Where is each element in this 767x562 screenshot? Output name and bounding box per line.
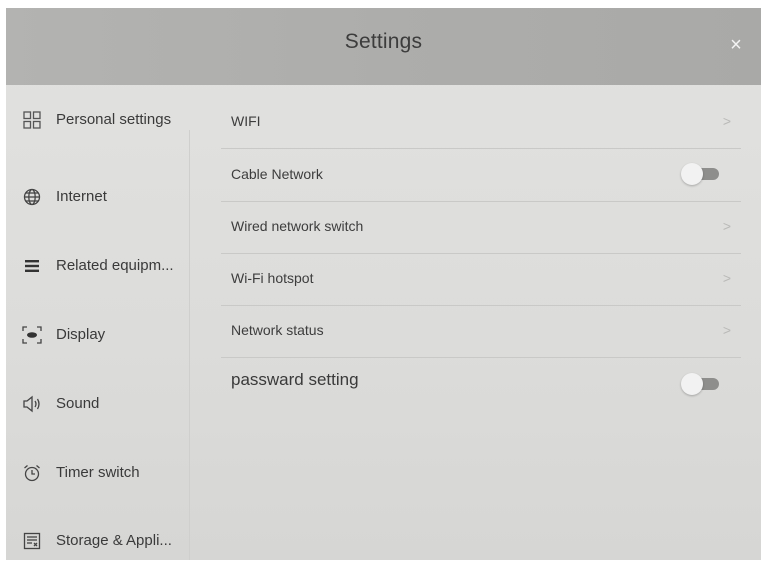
password-setting-toggle[interactable] <box>681 373 721 395</box>
sidebar-item-personal-settings[interactable]: Personal settings <box>6 97 189 143</box>
list-icon <box>22 256 42 276</box>
sidebar-item-label: Sound <box>56 395 100 412</box>
toggle-knob <box>681 163 703 185</box>
setting-label: Network status <box>231 322 324 338</box>
sidebar-item-label: Storage & Appli... <box>56 532 172 549</box>
speaker-icon <box>22 394 42 414</box>
sidebar-item-label: Timer switch <box>56 464 140 481</box>
sidebar-item-sound[interactable]: Sound <box>6 381 189 427</box>
close-icon: × <box>730 34 742 56</box>
page-title: Settings <box>344 30 423 53</box>
setting-label: Wired network switch <box>231 218 364 234</box>
chevron-right-icon: > <box>722 270 731 286</box>
sidebar-item-related-equipment[interactable]: Related equipm... <box>6 243 189 289</box>
sidebar-item-internet[interactable]: Internet <box>6 174 189 220</box>
chevron-right-icon: > <box>722 218 731 234</box>
chevron-right-icon: > <box>722 113 731 129</box>
sidebar-item-storage-applications[interactable]: Storage & Appli... <box>6 518 189 560</box>
sidebar: Personal settings Internet Related equip… <box>6 85 191 560</box>
sidebar-item-label: Internet <box>56 188 107 205</box>
cable-network-toggle[interactable] <box>681 163 721 185</box>
close-button[interactable]: × <box>721 30 751 60</box>
globe-icon <box>22 187 42 207</box>
setting-label: passward setting <box>231 370 359 389</box>
toggle-knob <box>681 373 703 395</box>
sidebar-divider <box>189 130 190 560</box>
display-icon <box>22 325 42 345</box>
setting-label: Wi-Fi hotspot <box>231 270 314 286</box>
sidebar-item-label: Personal settings <box>56 111 172 128</box>
chevron-right-icon: > <box>722 322 731 338</box>
setting-row-wired-network-switch[interactable]: Wired network switch > <box>221 201 741 254</box>
grid-icon <box>22 110 42 130</box>
sidebar-item-label: Related equipm... <box>56 257 174 274</box>
setting-row-cable-network: Cable Network <box>221 149 741 202</box>
setting-label: Cable Network <box>231 166 323 182</box>
setting-label: WIFI <box>231 113 261 129</box>
setting-row-wifi[interactable]: WIFI > <box>221 96 741 149</box>
settings-header: Settings × <box>6 8 761 85</box>
settings-panel: Settings × Personal settings Internet Re… <box>6 8 761 560</box>
setting-row-password-setting: passward setting <box>221 357 741 409</box>
sidebar-item-timer-switch[interactable]: Timer switch <box>6 450 189 496</box>
storage-icon <box>22 531 42 551</box>
setting-row-wifi-hotspot[interactable]: Wi-Fi hotspot > <box>221 253 741 306</box>
sidebar-item-label: Display <box>56 326 106 343</box>
sidebar-item-display[interactable]: Display <box>6 312 189 358</box>
alarm-clock-icon <box>22 463 42 483</box>
setting-row-network-status[interactable]: Network status > <box>221 305 741 358</box>
